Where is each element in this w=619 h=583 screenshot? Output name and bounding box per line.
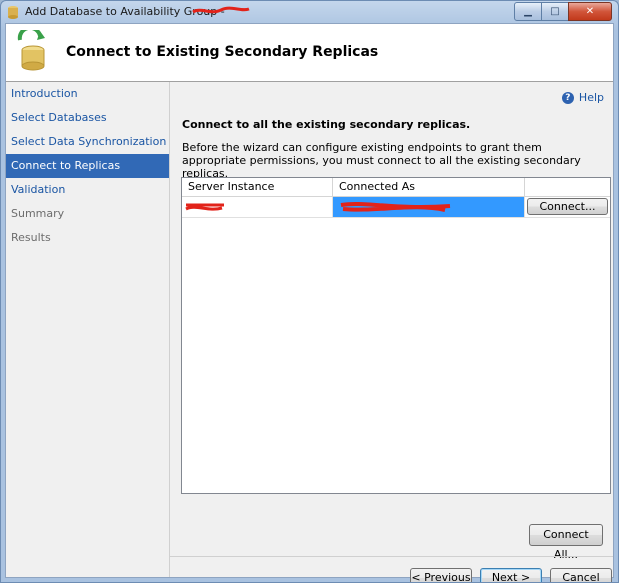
page-title: Connect to Existing Secondary Replicas xyxy=(66,44,379,60)
redacted-server-instance xyxy=(185,203,224,211)
help-label: Help xyxy=(578,91,604,104)
title-bar[interactable]: Add Database to Availability Group - ▁ □… xyxy=(1,1,618,23)
nav-item-summary: Summary xyxy=(11,207,65,220)
help-link[interactable]: ? Help xyxy=(561,91,604,104)
help-icon: ? xyxy=(561,91,574,104)
nav-item-validation[interactable]: Validation xyxy=(6,178,169,202)
wizard-navigation: Introduction Select Databases Select Dat… xyxy=(6,82,170,577)
maximize-button[interactable]: □ xyxy=(541,2,569,21)
section-description: Before the wizard can configure existing… xyxy=(182,141,581,180)
redacted-server-name xyxy=(192,6,250,14)
minimize-button[interactable]: ▁ xyxy=(514,2,542,21)
column-header-server-instance[interactable]: Server Instance xyxy=(182,178,333,196)
nav-item-connect-to-replicas[interactable]: Connect to Replicas xyxy=(6,154,169,178)
nav-item-results: Results xyxy=(11,231,51,244)
replicas-grid[interactable]: Server Instance Connected As Connect... xyxy=(181,177,611,494)
wizard-content: ? Help Connect to all the existing secon… xyxy=(170,82,613,582)
nav-item-introduction[interactable]: Introduction xyxy=(6,82,169,106)
table-row[interactable]: Connect... xyxy=(182,197,610,218)
next-button[interactable]: Next > xyxy=(480,568,542,582)
grid-header: Server Instance Connected As xyxy=(182,178,610,197)
redacted-connected-as xyxy=(340,201,451,212)
app-icon xyxy=(8,6,18,19)
connect-button[interactable]: Connect... xyxy=(527,198,608,215)
footer-divider xyxy=(170,556,613,557)
connected-as-cell xyxy=(333,197,525,217)
nav-item-select-data-synchronization[interactable]: Select Data Synchronization xyxy=(6,130,169,154)
wizard-client-area: Connect to Existing Secondary Replicas I… xyxy=(5,23,614,582)
cancel-button[interactable]: Cancel xyxy=(550,568,612,582)
column-header-connected-as[interactable]: Connected As xyxy=(333,178,525,196)
action-cell: Connect... xyxy=(525,197,610,217)
previous-button[interactable]: < Previous xyxy=(410,568,472,582)
close-button[interactable]: ✕ xyxy=(568,2,612,21)
wizard-window: Add Database to Availability Group - ▁ □… xyxy=(0,0,619,583)
column-header-action xyxy=(525,178,610,196)
connect-all-button[interactable]: Connect All... xyxy=(529,524,603,561)
database-wizard-icon xyxy=(17,30,45,71)
server-instance-cell xyxy=(182,197,333,217)
section-heading: Connect to all the existing secondary re… xyxy=(182,118,471,131)
nav-item-select-databases[interactable]: Select Databases xyxy=(6,106,169,130)
wizard-header: Connect to Existing Secondary Replicas xyxy=(6,24,613,82)
